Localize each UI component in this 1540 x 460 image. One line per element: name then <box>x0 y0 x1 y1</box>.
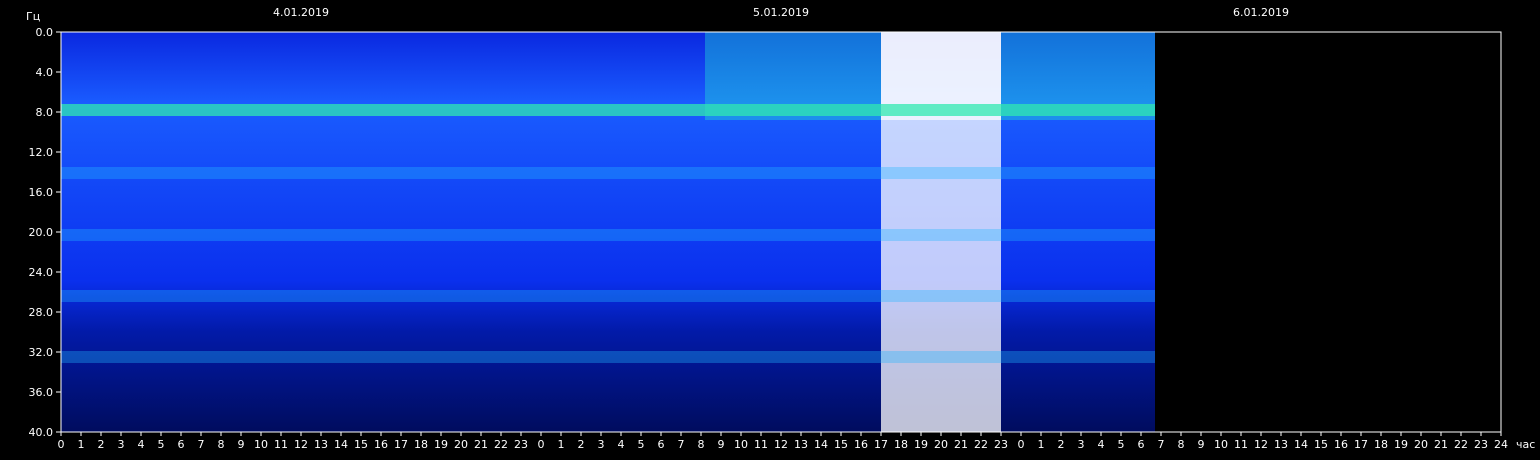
x-tick-label: 6 <box>1138 438 1145 451</box>
x-tick-label: 8 <box>698 438 705 451</box>
y-tick-label: 28.0 <box>29 306 54 319</box>
x-tick-label: 4 <box>618 438 625 451</box>
date-label: 4.01.2019 <box>273 6 329 19</box>
x-tick-label: 0 <box>538 438 545 451</box>
y-tick-label: 12.0 <box>29 146 54 159</box>
x-tick-label: 13 <box>794 438 808 451</box>
x-tick-label: 2 <box>1058 438 1065 451</box>
x-tick-label: 17 <box>394 438 408 451</box>
x-tick-label: 5 <box>1118 438 1125 451</box>
x-tick-label: 15 <box>354 438 368 451</box>
x-tick-label: 9 <box>718 438 725 451</box>
x-tick-label: 1 <box>1038 438 1045 451</box>
x-tick-label: 15 <box>1314 438 1328 451</box>
x-tick-label: 22 <box>494 438 508 451</box>
y-tick-label: 40.0 <box>29 426 54 439</box>
x-tick-label: 16 <box>1334 438 1348 451</box>
plot-area <box>61 32 1155 432</box>
x-tick-label: 7 <box>678 438 685 451</box>
x-tick-label: 14 <box>334 438 348 451</box>
x-tick-label: 10 <box>734 438 748 451</box>
x-tick-label: 5 <box>158 438 165 451</box>
x-tick-label: 12 <box>774 438 788 451</box>
x-tick-label: 2 <box>98 438 105 451</box>
x-tick-label: 15 <box>834 438 848 451</box>
x-tick-label: 18 <box>894 438 908 451</box>
y-tick-label: 8.0 <box>36 106 54 119</box>
x-tick-label: 23 <box>514 438 528 451</box>
x-tick-label: 0 <box>58 438 65 451</box>
x-tick-label: 19 <box>434 438 448 451</box>
frequency-band <box>61 229 1155 241</box>
frequency-band <box>61 104 1155 116</box>
x-tick-label: 11 <box>1234 438 1248 451</box>
x-tick-label: 5 <box>638 438 645 451</box>
x-tick-label: 3 <box>118 438 125 451</box>
x-tick-label: 18 <box>414 438 428 451</box>
date-label: 6.01.2019 <box>1233 6 1289 19</box>
x-tick-label: 19 <box>914 438 928 451</box>
x-tick-label: 21 <box>954 438 968 451</box>
x-tick-label: 22 <box>1454 438 1468 451</box>
x-tick-label: 14 <box>1294 438 1308 451</box>
x-tick-label: 18 <box>1374 438 1388 451</box>
x-tick-label: 9 <box>238 438 245 451</box>
x-tick-label: 2 <box>578 438 585 451</box>
x-tick-label: 20 <box>1414 438 1428 451</box>
y-tick-label: 0.0 <box>36 26 54 39</box>
x-tick-label: 11 <box>274 438 288 451</box>
x-tick-label: 17 <box>1354 438 1368 451</box>
x-tick-label: 8 <box>218 438 225 451</box>
x-tick-label: 12 <box>1254 438 1268 451</box>
x-tick-label: 4 <box>1098 438 1105 451</box>
x-tick-label: 21 <box>1434 438 1448 451</box>
x-tick-label: 10 <box>254 438 268 451</box>
x-tick-label: 7 <box>1158 438 1165 451</box>
y-tick-label: 20.0 <box>29 226 54 239</box>
frequency-band <box>61 351 1155 363</box>
x-tick-label: 13 <box>314 438 328 451</box>
x-tick-label: 11 <box>754 438 768 451</box>
x-tick-label: 6 <box>658 438 665 451</box>
x-axis-title: час <box>1516 438 1535 451</box>
x-tick-label: 9 <box>1198 438 1205 451</box>
x-tick-label: 16 <box>854 438 868 451</box>
spectrogram-chart: 0.0 4.0 8.0 12.0 16.0 20.0 24.0 28.0 32.0 36.0 40.… <box>0 0 1540 460</box>
x-tick-label: 3 <box>598 438 605 451</box>
frequency-band <box>61 167 1155 179</box>
x-tick-label: 21 <box>474 438 488 451</box>
x-tick-label: 17 <box>874 438 888 451</box>
x-tick-label: 8 <box>1178 438 1185 451</box>
x-tick-label: 22 <box>974 438 988 451</box>
y-tick-label: 32.0 <box>29 346 54 359</box>
y-tick-label: 16.0 <box>29 186 54 199</box>
x-tick-label: 3 <box>1078 438 1085 451</box>
x-tick-label: 14 <box>814 438 828 451</box>
x-tick-label: 1 <box>558 438 565 451</box>
x-tick-label: 20 <box>454 438 468 451</box>
x-tick-label: 23 <box>1474 438 1488 451</box>
x-tick-label: 13 <box>1274 438 1288 451</box>
x-tick-label: 23 <box>994 438 1008 451</box>
x-tick-label: 19 <box>1394 438 1408 451</box>
x-tick-label: 0 <box>1018 438 1025 451</box>
x-tick-label: 6 <box>178 438 185 451</box>
x-tick-label: 10 <box>1214 438 1228 451</box>
x-tick-label: 24 <box>1494 438 1508 451</box>
x-tick-label: 20 <box>934 438 948 451</box>
x-tick-label: 1 <box>78 438 85 451</box>
date-label: 5.01.2019 <box>753 6 809 19</box>
y-tick-label: 24.0 <box>29 266 54 279</box>
y-tick-label: 36.0 <box>29 386 54 399</box>
x-tick-label: 12 <box>294 438 308 451</box>
frequency-band <box>61 290 1155 302</box>
x-tick-label: 7 <box>198 438 205 451</box>
y-axis-title: Гц <box>26 10 40 23</box>
y-tick-label: 4.0 <box>36 66 54 79</box>
x-tick-label: 16 <box>374 438 388 451</box>
x-tick-label: 4 <box>138 438 145 451</box>
